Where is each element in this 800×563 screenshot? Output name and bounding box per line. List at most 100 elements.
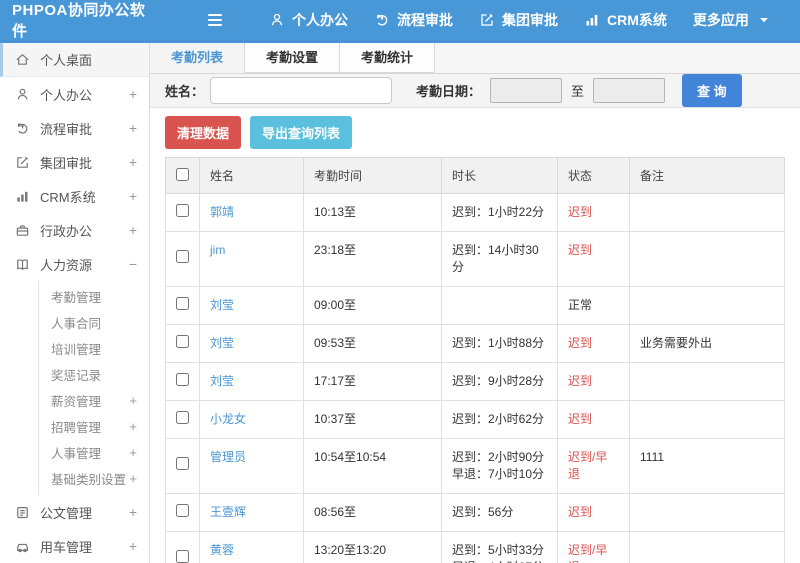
table-row: 刘莹 09:53至 迟到：1小时88分 迟到 业务需要外出 xyxy=(165,324,785,363)
menu-toggle-icon[interactable] xyxy=(208,14,222,26)
sidebar-item-label: 人力资源 xyxy=(40,257,93,273)
attendance-time-cell: 10:13至 xyxy=(303,193,442,232)
table-row: jim 23:18至 迟到：14小时30分 迟到 xyxy=(165,231,785,287)
name-cell: 黄蓉 xyxy=(199,531,304,563)
row-checkbox[interactable] xyxy=(176,550,189,563)
tab-0[interactable]: 考勤列表 xyxy=(150,43,246,73)
sidebar-item-3[interactable]: 集团审批 + xyxy=(0,145,149,179)
row-checkbox[interactable] xyxy=(176,503,189,517)
column-header: 备注 xyxy=(629,157,785,194)
name-link[interactable]: 小龙女 xyxy=(210,412,246,426)
flow-icon xyxy=(374,12,390,28)
name-filter-input[interactable] xyxy=(210,77,393,104)
row-checkbox-cell xyxy=(165,286,200,325)
clear-data-button[interactable]: 清理数据 xyxy=(165,116,242,149)
row-checkbox[interactable] xyxy=(176,457,189,470)
duration-cell: 迟到：1小时88分 xyxy=(441,324,558,363)
row-checkbox[interactable] xyxy=(176,203,189,217)
expand-toggle-icon: + xyxy=(128,120,137,136)
expand-toggle-icon: + xyxy=(128,154,137,170)
topbar: PHPOA协同办公软件 个人办公 流程审批 集团审批 CRM系统 更多应用 xyxy=(0,0,800,40)
name-link[interactable]: jim xyxy=(210,243,225,257)
table-row: 王壹辉 08:56至 迟到：56分 迟到 xyxy=(165,493,785,532)
sidebar-subitem-6[interactable]: 人事管理 + xyxy=(39,439,149,465)
expand-toggle-icon: − xyxy=(128,256,137,272)
topnav-item-0[interactable]: 个人办公 xyxy=(256,0,361,40)
sidebar-subitem-0[interactable]: 考勤管理 xyxy=(39,283,149,309)
sidebar-item-0[interactable]: 个人桌面 xyxy=(0,43,149,77)
sidebar-subitem-2[interactable]: 培训管理 xyxy=(39,335,149,361)
topnav-item-2[interactable]: 集团审批 xyxy=(466,0,571,40)
name-link[interactable]: 王壹辉 xyxy=(210,505,246,519)
date-to-input[interactable] xyxy=(593,78,666,103)
duration-cell: 迟到：5小时33分早退：4小时67分 xyxy=(441,531,558,563)
row-checkbox-cell xyxy=(165,438,200,494)
sidebar-subitem-1[interactable]: 人事合同 xyxy=(39,309,149,335)
topnav-item-1[interactable]: 流程审批 xyxy=(361,0,466,40)
topnav-item-4[interactable]: 更多应用 xyxy=(680,0,785,40)
expand-toggle-icon: + xyxy=(129,392,137,408)
status-cell: 迟到 xyxy=(557,362,630,401)
filter-bar: 姓名： 考勤日期： 至 查 询 xyxy=(150,74,800,108)
topnav-item-label: 流程审批 xyxy=(397,12,453,28)
sidebar-subitem-label: 考勤管理 xyxy=(51,290,102,305)
date-from-input[interactable] xyxy=(490,78,563,103)
status-cell: 正常 xyxy=(557,286,630,325)
name-cell: 郭靖 xyxy=(199,193,304,232)
export-list-button[interactable]: 导出查询列表 xyxy=(250,116,353,149)
status-badge: 迟到 xyxy=(568,412,593,426)
topnav-item-3[interactable]: CRM系统 xyxy=(571,0,680,40)
sidebar-item-4[interactable]: CRM系统 + xyxy=(0,179,149,213)
duration-line: 迟到：2小时90分 xyxy=(452,450,545,464)
name-link[interactable]: 刘莹 xyxy=(210,374,234,388)
row-checkbox[interactable] xyxy=(176,334,189,348)
sidebar-item-label: 个人桌面 xyxy=(40,53,93,68)
status-cell: 迟到 xyxy=(557,400,630,439)
name-link[interactable]: 刘莹 xyxy=(210,298,234,312)
sidebar-item-8[interactable]: 用车管理 + xyxy=(0,529,149,563)
table-row: 小龙女 10:37至 迟到：2小时62分 迟到 xyxy=(165,400,785,439)
sidebar-subitem-3[interactable]: 奖惩记录 xyxy=(39,361,149,387)
row-checkbox[interactable] xyxy=(176,296,189,310)
table-row: 管理员 10:54至10:54 迟到：2小时90分 早退：7小时10分 迟到/早退 111… xyxy=(165,438,785,494)
tab-1[interactable]: 考勤设置 xyxy=(245,43,341,73)
name-cell: 管理员 xyxy=(199,438,304,494)
name-link[interactable]: 管理员 xyxy=(210,450,246,464)
chart-icon xyxy=(584,12,600,28)
select-all-checkbox[interactable] xyxy=(176,167,189,181)
sidebar-subitem-5[interactable]: 招聘管理 + xyxy=(39,413,149,439)
row-checkbox[interactable] xyxy=(176,410,189,424)
topnav-item-label: 个人办公 xyxy=(292,12,348,28)
status-badge: 迟到 xyxy=(568,243,593,257)
home-icon xyxy=(15,52,32,67)
name-link[interactable]: 刘莹 xyxy=(210,336,234,350)
row-checkbox[interactable] xyxy=(176,250,189,263)
column-header: 姓名 xyxy=(199,157,304,194)
duration-line: 迟到：14小时30分 xyxy=(452,243,539,274)
sidebar-item-5[interactable]: 行政办公 + xyxy=(0,213,149,247)
car-icon xyxy=(15,539,32,554)
sidebar-item-7[interactable]: 公文管理 + xyxy=(0,495,149,529)
row-checkbox-cell xyxy=(165,231,200,287)
sidebar-subitem-label: 薪资管理 xyxy=(51,394,102,409)
sidebar-item-2[interactable]: 流程审批 + xyxy=(0,111,149,145)
row-checkbox[interactable] xyxy=(176,372,189,386)
sidebar-item-1[interactable]: 个人办公 + xyxy=(0,77,149,111)
attendance-time-cell: 10:54至10:54 xyxy=(303,438,442,494)
tab-2[interactable]: 考勤统计 xyxy=(340,43,436,73)
name-cell: 刘莹 xyxy=(199,286,304,325)
duration-cell: 迟到：14小时30分 xyxy=(441,231,558,287)
name-link[interactable]: 黄蓉 xyxy=(210,543,234,557)
sidebar-subitem-4[interactable]: 薪资管理 + xyxy=(39,387,149,413)
sidebar-item-6[interactable]: 人力资源 − xyxy=(0,247,149,281)
attendance-table: 姓名 考勤时间 时长 状态 备注 郭靖 10:13至 迟到：1小时22分 迟到 jim 23:18… xyxy=(165,157,785,563)
status-badge: 迟到 xyxy=(568,374,593,388)
name-cell: jim xyxy=(199,231,304,287)
search-button[interactable]: 查 询 xyxy=(682,74,742,107)
app-logo: PHPOA协同办公软件 xyxy=(12,2,146,40)
sidebar-subitem-7[interactable]: 基础类别设置 + xyxy=(39,465,149,491)
sidebar-subitem-label: 人事管理 xyxy=(51,446,102,461)
table-header-row: 姓名 考勤时间 时长 状态 备注 xyxy=(165,157,785,194)
table-row: 黄蓉13:20至13:20迟到：5小时33分早退：4小时67分迟到/早退 xyxy=(165,531,785,563)
name-link[interactable]: 郭靖 xyxy=(210,205,234,219)
